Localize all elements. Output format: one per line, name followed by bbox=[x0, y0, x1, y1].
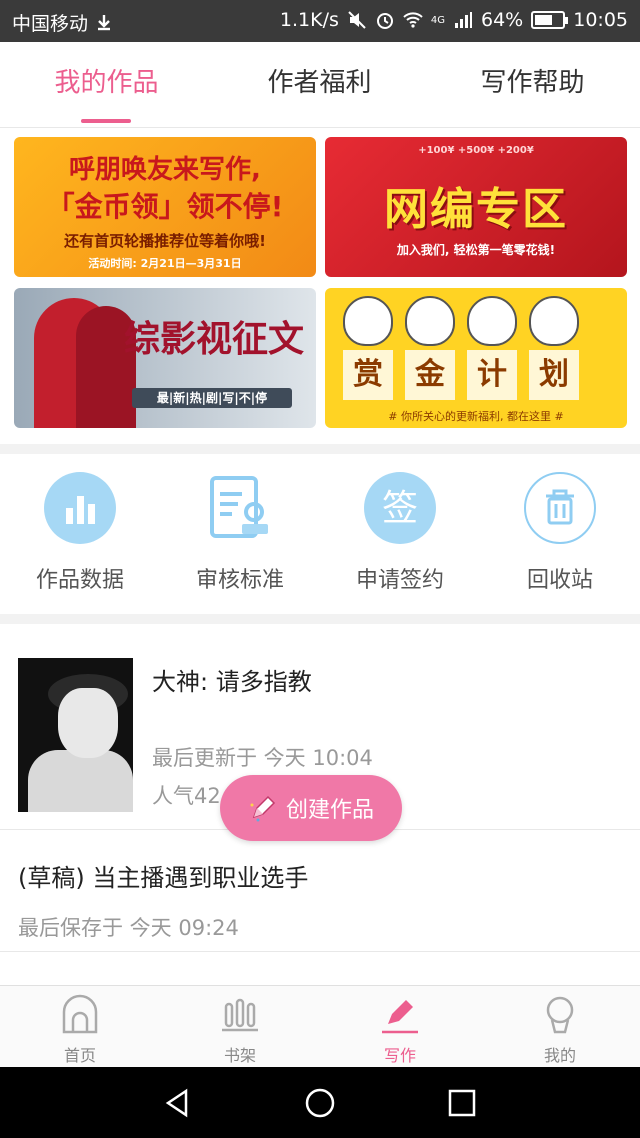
nav-label: 首页 bbox=[63, 1046, 96, 1065]
quick-action-label: 回收站 bbox=[526, 568, 593, 593]
system-nav-bar bbox=[0, 1067, 640, 1138]
nav-label: 我的 bbox=[543, 1046, 576, 1065]
nav-bookshelf[interactable]: 书架 bbox=[160, 994, 320, 1066]
cat-icon bbox=[529, 296, 579, 346]
banner-line: 加入我们, 轻松第一笔零花钱! bbox=[396, 243, 556, 257]
draft-saved: 最后保存于 今天 09:24 bbox=[18, 916, 239, 940]
tab-writing-help[interactable]: 写作帮助 bbox=[426, 42, 639, 128]
quick-action-label: 作品数据 bbox=[35, 568, 124, 593]
banner-line: +100¥ +500¥ +200¥ bbox=[418, 145, 534, 156]
wifi-icon bbox=[403, 12, 423, 28]
status-bar: 中国移动 1.1K/s 4G 64% 10:05 bbox=[0, 0, 640, 42]
banner-char: 赏 bbox=[343, 350, 393, 400]
svg-text:签: 签 bbox=[382, 488, 418, 529]
home-circle-icon[interactable] bbox=[304, 1087, 336, 1119]
banner-line: 活动时间: 2月21日—3月31日 bbox=[88, 257, 242, 270]
banner-char: 划 bbox=[529, 350, 579, 400]
banner-line: 还有首页轮播推荐位等着你哦! bbox=[64, 232, 266, 250]
section-divider bbox=[0, 444, 640, 454]
tab-author-benefits[interactable]: 作者福利 bbox=[213, 42, 426, 128]
banner-char: 金 bbox=[405, 350, 455, 400]
recycle-bin-button[interactable]: 回收站 bbox=[480, 472, 640, 594]
cat-illustrations bbox=[343, 296, 579, 346]
work-data-button[interactable]: 作品数据 bbox=[0, 472, 160, 594]
cat-icon bbox=[405, 296, 455, 346]
fab-label: 创建作品 bbox=[285, 798, 374, 823]
tab-label: 作者福利 bbox=[267, 68, 372, 98]
back-icon[interactable] bbox=[162, 1087, 194, 1119]
work-updated: 最后更新于 今天 10:04 bbox=[152, 746, 373, 770]
nav-write[interactable]: 写作 bbox=[320, 994, 480, 1066]
alarm-icon bbox=[376, 13, 393, 29]
banner-line: 呼朋唤友来写作, bbox=[69, 155, 261, 185]
draft-title: (草稿) 当主播遇到职业选手 bbox=[18, 864, 309, 892]
book-cover bbox=[18, 658, 133, 812]
banner-char: 计 bbox=[467, 350, 517, 400]
network-speed: 1.1K/s bbox=[279, 9, 339, 31]
review-document-icon bbox=[204, 472, 276, 544]
bar-chart-icon bbox=[44, 472, 116, 544]
banner-title: 综影视征文 bbox=[123, 319, 304, 360]
cat-icon bbox=[467, 296, 517, 346]
network-type: 4G bbox=[430, 14, 445, 26]
cover-art bbox=[58, 688, 118, 758]
create-work-button[interactable]: 创建作品 bbox=[220, 775, 402, 841]
banner-invite-friends[interactable]: 呼朋唤友来写作, 「金币领」领不停! 还有首页轮播推荐位等着你哦! 活动时间: … bbox=[14, 137, 316, 277]
recents-icon[interactable] bbox=[446, 1087, 478, 1119]
tab-label: 写作帮助 bbox=[480, 68, 585, 98]
trash-icon bbox=[524, 472, 596, 544]
nav-home[interactable]: 首页 bbox=[0, 994, 160, 1066]
bookshelf-icon bbox=[222, 998, 258, 1032]
nav-label: 书架 bbox=[223, 1046, 256, 1065]
cover-art bbox=[28, 750, 133, 812]
pen-icon bbox=[382, 1000, 418, 1034]
banner-reward-plan[interactable]: 赏 金 计 划 # 你所关心的更新福利, 都在这里 # bbox=[325, 288, 627, 428]
banner-line: # 你所关心的更新福利, 都在这里 # bbox=[388, 410, 564, 423]
active-tab-indicator bbox=[81, 119, 131, 123]
tab-label: 我的作品 bbox=[54, 68, 159, 98]
nav-label: 写作 bbox=[383, 1046, 416, 1065]
cat-icon bbox=[343, 296, 393, 346]
clock: 10:05 bbox=[573, 9, 628, 31]
home-icon bbox=[62, 994, 98, 1034]
profile-icon bbox=[546, 996, 574, 1034]
tab-my-works[interactable]: 我的作品 bbox=[0, 42, 213, 128]
sign-contract-icon: 签 bbox=[364, 472, 436, 544]
quick-actions: 作品数据 审核标准 签 申请签约 回收站 bbox=[0, 454, 640, 614]
quick-action-label: 申请签约 bbox=[355, 568, 444, 593]
download-icon bbox=[98, 14, 111, 30]
work-popularity: 人气42 bbox=[152, 784, 221, 808]
banner-tv-contest[interactable]: 综影视征文 最|新|热|剧|写|不|停 bbox=[14, 288, 316, 428]
mute-icon bbox=[348, 11, 366, 29]
carrier-label: 中国移动 bbox=[12, 13, 89, 35]
pencil-icon bbox=[250, 795, 276, 822]
apply-contract-button[interactable]: 签 申请签约 bbox=[320, 472, 480, 594]
top-tabs: 我的作品 作者福利 写作帮助 bbox=[0, 42, 640, 128]
banner-line: 「金币领」领不停! bbox=[46, 190, 284, 223]
banner-grid: 呼朋唤友来写作, 「金币领」领不停! 还有首页轮播推荐位等着你哦! 活动时间: … bbox=[0, 128, 640, 444]
battery-percent: 64% bbox=[481, 9, 524, 31]
banner-title: 网编专区 bbox=[384, 184, 568, 235]
section-divider bbox=[0, 614, 640, 624]
battery-icon bbox=[531, 11, 569, 29]
nav-mine[interactable]: 我的 bbox=[480, 994, 640, 1066]
work-title: 大神: 请多指教 bbox=[152, 668, 312, 696]
banner-editor-zone[interactable]: +100¥ +500¥ +200¥ 网编专区 加入我们, 轻松第一笔零花钱! bbox=[325, 137, 627, 277]
quick-action-label: 审核标准 bbox=[195, 568, 284, 593]
banner-line: 最|新|热|剧|写|不|停 bbox=[132, 388, 292, 408]
review-standard-button[interactable]: 审核标准 bbox=[160, 472, 320, 594]
signal-icon bbox=[455, 12, 472, 28]
draft-item[interactable]: (草稿) 当主播遇到职业选手 最后保存于 今天 09:24 bbox=[0, 830, 640, 952]
banner-chars: 赏 金 计 划 bbox=[343, 350, 579, 400]
bottom-nav: 首页 书架 写作 我的 bbox=[0, 985, 640, 1067]
